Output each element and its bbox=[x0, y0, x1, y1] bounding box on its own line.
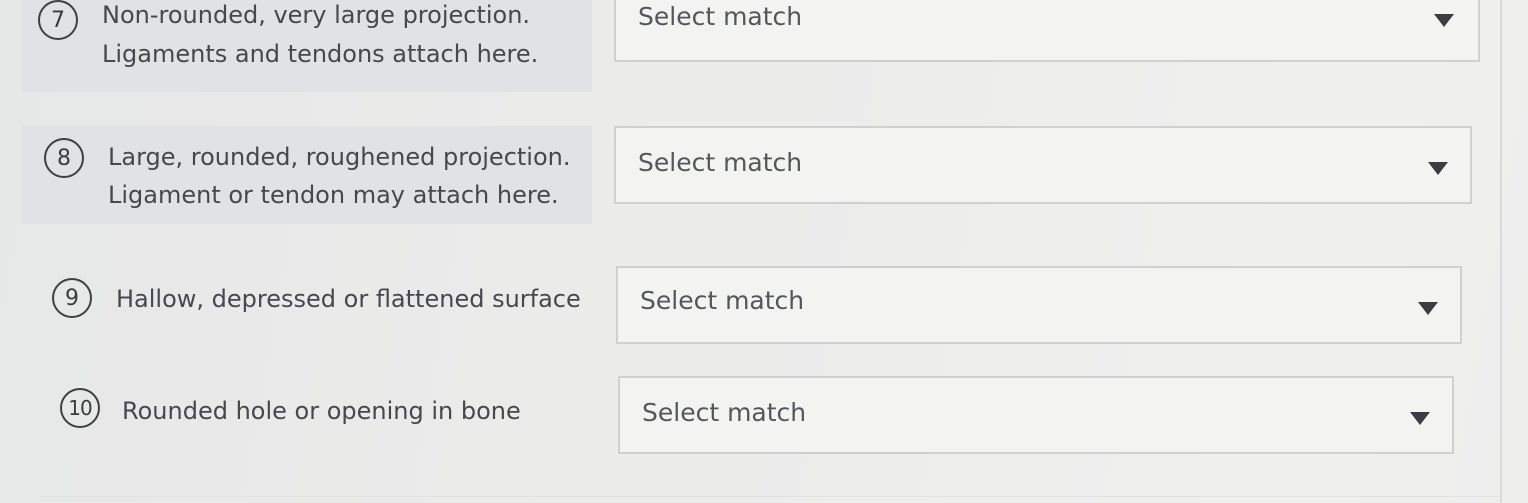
match-select-10[interactable]: Select match bbox=[618, 376, 1454, 454]
panel-bottom-divider bbox=[40, 496, 1500, 497]
question-number: 10 bbox=[68, 396, 92, 420]
select-value: Select match bbox=[642, 398, 807, 427]
question-number: 7 bbox=[51, 7, 65, 33]
question-number: 9 bbox=[65, 285, 79, 311]
question-text-line-1: Rounded hole or opening in bone bbox=[122, 397, 521, 425]
question-row-7: 7 Non-rounded, very large projection. Li… bbox=[0, 0, 1500, 100]
question-number: 8 bbox=[57, 145, 71, 171]
question-row-9: 9 Hallow, depressed or flattened surface… bbox=[0, 262, 1500, 348]
caret-down-icon bbox=[1418, 302, 1438, 315]
select-value: Select match bbox=[640, 286, 805, 315]
match-select-9[interactable]: Select match bbox=[616, 266, 1462, 344]
question-number-badge: 10 bbox=[60, 388, 100, 428]
match-select-7[interactable]: Select match bbox=[614, 0, 1480, 62]
caret-down-icon bbox=[1428, 162, 1448, 175]
caret-down-icon bbox=[1434, 14, 1454, 27]
question-number-badge: 9 bbox=[52, 278, 92, 318]
question-number-badge: 7 bbox=[38, 0, 78, 40]
question-text-line-1: Hallow, depressed or flattened surface bbox=[116, 285, 581, 313]
question-number-badge: 8 bbox=[44, 138, 84, 178]
question-row-8: 8 Large, rounded, roughened projection. … bbox=[0, 118, 1500, 228]
panel-right-border bbox=[1500, 0, 1502, 503]
question-text-line-2: Ligament or tendon may attach here. bbox=[108, 181, 559, 209]
question-text-line-1: Large, rounded, roughened projection. bbox=[108, 143, 571, 171]
caret-down-icon bbox=[1410, 412, 1430, 425]
question-row-10: 10 Rounded hole or opening in bone Selec… bbox=[0, 372, 1500, 458]
select-value: Select match bbox=[638, 148, 803, 177]
select-value: Select match bbox=[638, 2, 803, 31]
question-text-line-1: Non-rounded, very large projection. bbox=[102, 1, 531, 29]
question-text-line-2: Ligaments and tendons attach here. bbox=[102, 40, 539, 68]
match-select-8[interactable]: Select match bbox=[614, 126, 1472, 204]
